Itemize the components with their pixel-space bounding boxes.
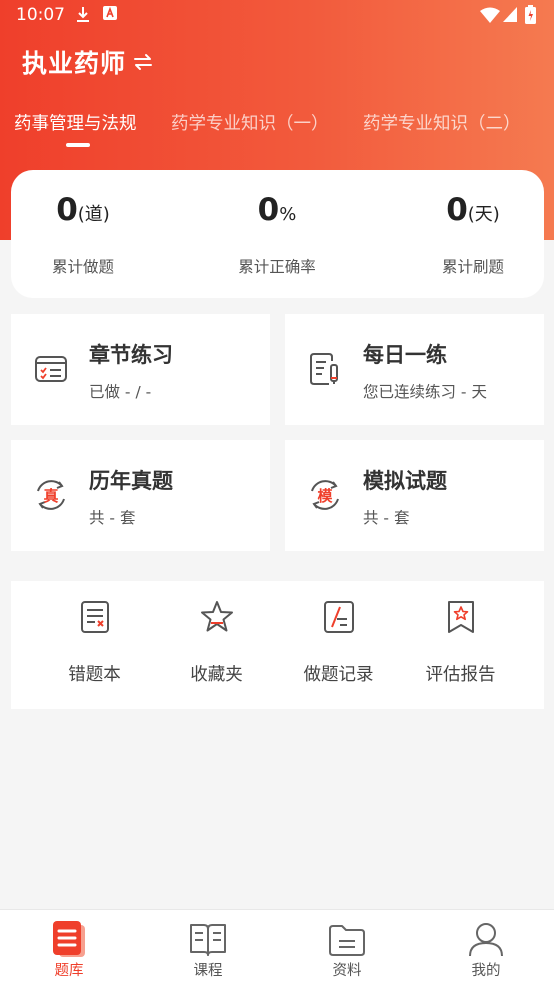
stat-value: 0 [257, 192, 280, 228]
tile-title: 历年真题 [89, 469, 173, 493]
page-title: 执业药师 [22, 49, 127, 78]
materials-folder-icon [329, 925, 365, 956]
tile-title: 模拟试题 [363, 469, 447, 493]
tile-subtitle: 您已连续练习 - 天 [363, 383, 487, 401]
tool-label: 做题记录 [303, 665, 374, 685]
exam-selector[interactable]: 执业药师 [22, 44, 154, 80]
stat-unit: (天) [467, 204, 500, 225]
past-exam-icon: 真 [37, 480, 65, 510]
past-exam-tile[interactable]: 真 历年真题 共 - 套 [11, 440, 270, 551]
mock-exam-icon: 模 [311, 480, 339, 510]
stat-accuracy: 0% 累计正确率 [187, 170, 367, 298]
nav-label: 题库 [54, 963, 84, 979]
tool-label: 评估报告 [425, 665, 496, 685]
battery-icon [525, 5, 536, 24]
tab-pharma-knowledge-1[interactable]: 药学专业知识（一） [171, 110, 329, 135]
chapter-practice-icon [35, 356, 67, 382]
stat-total-questions: 0(道) 累计做题 [0, 170, 173, 298]
stat-label: 累计做题 [51, 258, 114, 276]
nav-question-bank[interactable]: 题库 [29, 910, 109, 985]
tile-subtitle: 共 - 套 [89, 509, 136, 527]
switch-arrows-icon [134, 54, 153, 70]
favorites-star-icon [201, 601, 233, 632]
wrong-questions-icon [81, 601, 109, 633]
wifi-icon [480, 7, 500, 23]
tool-label: 错题本 [68, 665, 121, 685]
tile-title: 每日一练 [363, 343, 447, 367]
daily-practice-icon [310, 353, 338, 385]
stats-card: 0(道) 累计做题 0% 累计正确率 0(天) 累计刷题 [11, 170, 544, 298]
chapter-practice-tile[interactable]: 章节练习 已做 - / - [11, 314, 270, 425]
assessment-report-button[interactable]: 评估报告 [399, 581, 522, 709]
question-bank-icon [53, 921, 85, 957]
assessment-report-icon [448, 601, 474, 633]
stat-unit: (道) [77, 204, 110, 225]
stat-label: 累计刷题 [441, 258, 504, 276]
stat-unit: % [279, 204, 297, 225]
stat-label: 累计正确率 [238, 258, 316, 276]
tile-subtitle: 已做 - / - [89, 383, 152, 401]
bottom-nav: 题库 课程 资料 我的 [0, 909, 554, 985]
notification-app-icon [103, 6, 117, 20]
tile-subtitle: 共 - 套 [363, 509, 410, 527]
practice-record-icon [324, 601, 354, 633]
wrong-questions-button[interactable]: 错题本 [33, 581, 156, 709]
tile-title: 章节练习 [89, 343, 173, 367]
tool-label: 收藏夹 [190, 665, 243, 685]
practice-record-button[interactable]: 做题记录 [277, 581, 400, 709]
nav-label: 课程 [193, 963, 223, 979]
nav-course[interactable]: 课程 [168, 910, 248, 985]
nav-profile[interactable]: 我的 [446, 910, 526, 985]
tab-pharmacy-law[interactable]: 药事管理与法规 [14, 110, 137, 135]
profile-user-icon [469, 923, 503, 957]
status-time: 10:07 [16, 5, 65, 25]
nav-label: 资料 [332, 963, 362, 979]
mock-exam-tile[interactable]: 模 模拟试题 共 - 套 [285, 440, 544, 551]
past-exam-icon-char: 真 [43, 487, 58, 505]
nav-materials[interactable]: 资料 [307, 910, 387, 985]
nav-label: 我的 [471, 963, 501, 979]
stat-value: 0 [56, 192, 78, 228]
download-icon [77, 7, 89, 22]
status-bar: 10:07 [0, 0, 554, 30]
daily-practice-tile[interactable]: 每日一练 您已连续练习 - 天 [285, 314, 544, 425]
stat-value: 0 [446, 192, 468, 228]
stat-practice-days: 0(天) 累计刷题 [383, 170, 554, 298]
favorites-button[interactable]: 收藏夹 [155, 581, 278, 709]
signal-icon [503, 7, 517, 22]
course-book-icon [190, 924, 226, 956]
active-tab-indicator [66, 143, 90, 147]
tab-pharma-knowledge-2[interactable]: 药学专业知识（二） [363, 110, 521, 135]
mock-exam-icon-char: 模 [317, 487, 333, 505]
tools-card: 错题本 收藏夹 做题记录 评估报告 [11, 581, 544, 709]
